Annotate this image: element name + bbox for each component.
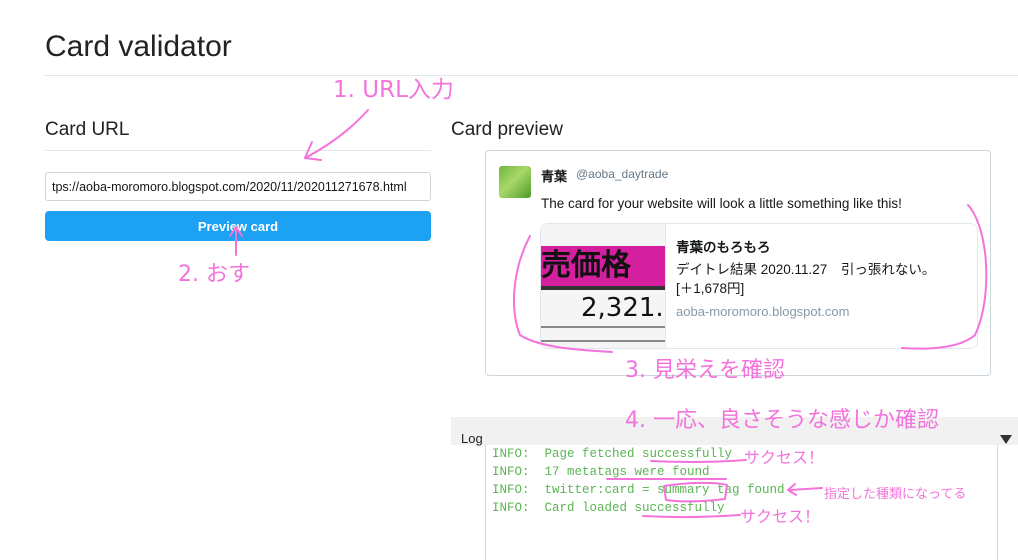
title-divider [45, 75, 1018, 76]
annotation-success2: サクセス！ [740, 507, 821, 526]
summary-card[interactable]: 売価格 2,321.5 青葉のもろもろ デイトレ結果 2020.11.27 引っ… [540, 223, 978, 349]
annotation-step4: 4. 一応、良さそうな感じか確認 [625, 408, 939, 433]
card-image-rule [541, 340, 665, 342]
card-image-band-text: 売価格 [541, 248, 631, 283]
log-line: INFO: Card loaded successfully [492, 501, 725, 515]
tweet-preview: 青葉 @aoba_daytrade The card for your webs… [485, 150, 991, 376]
author-handle: @aoba_daytrade [576, 167, 669, 181]
card-url-divider [45, 150, 431, 151]
card-domain: aoba-moromoro.blogspot.com [676, 304, 850, 319]
annotation-success1: サクセス！ [744, 448, 825, 467]
card-image-number: 2,321.5 [581, 293, 665, 323]
avatar [499, 166, 531, 198]
card-url-input[interactable] [45, 172, 431, 201]
log-line: INFO: Page fetched successfully [492, 447, 733, 461]
annotation-summary-note: 指定した種類になってる [824, 487, 967, 502]
log-label: Log [461, 431, 483, 446]
log-line: INFO: 17 metatags were found [492, 465, 710, 479]
card-description-line2: [＋1,678円] [676, 281, 745, 296]
preview-card-button[interactable]: Preview card [45, 211, 431, 241]
annotation-step2: 2. おす [178, 262, 250, 287]
author-name: 青葉 [541, 169, 568, 184]
card-url-heading: Card URL [45, 119, 130, 140]
tweet-text: The card for your website will look a li… [541, 196, 902, 211]
card-body: 青葉のもろもろ デイトレ結果 2020.11.27 引っ張れない。 [＋1,67… [676, 236, 971, 319]
card-image: 売価格 2,321.5 [541, 224, 666, 348]
card-preview-heading: Card preview [451, 119, 563, 140]
page-title: Card validator [45, 30, 232, 63]
annotation-arrow-url-head [304, 141, 322, 161]
annotation-step1: 1. URL入力 [333, 77, 454, 103]
log-line: INFO: twitter:card = summary tag found [492, 483, 785, 497]
annotation-step3: 3. 見栄えを確認 [625, 358, 785, 383]
collapse-arrow-icon[interactable] [1000, 435, 1012, 444]
card-title: 青葉のもろもろ [676, 240, 771, 255]
card-image-rule [541, 326, 665, 328]
card-description-line1: デイトレ結果 2020.11.27 引っ張れない。 [676, 262, 936, 277]
